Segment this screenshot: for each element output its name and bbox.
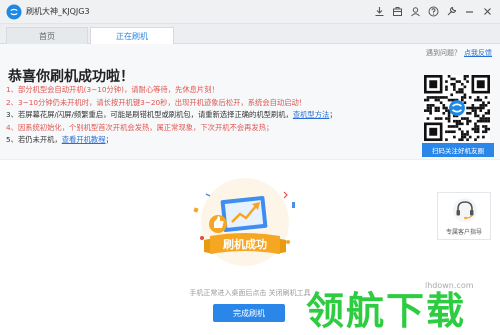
tab-flashing[interactable]: 正在刷机 (90, 27, 174, 45)
list-item: 5、若仍未开机，查看开机教程； (6, 134, 406, 147)
thumbs-up-icon (209, 215, 227, 233)
title-bar: 刷机大神_KJQJG3 (0, 0, 500, 24)
download-icon[interactable] (372, 4, 386, 18)
model-method-link[interactable]: 查机型方法 (293, 110, 329, 119)
close-icon[interactable] (480, 4, 494, 18)
list-item: 1、部分机型会自动开机(3~10分钟)，请耐心等待，先休息片刻！ (6, 84, 406, 97)
watermark-logo: 领航下载 (306, 289, 466, 332)
qr-code (424, 75, 490, 141)
tablet-icon (220, 195, 268, 233)
help-icon[interactable] (426, 4, 440, 18)
settings-icon[interactable] (444, 4, 458, 18)
support-label: 专属客户指导 (445, 229, 482, 236)
help-row: 遇到问题？ 点我反馈 (426, 48, 492, 58)
support-widget[interactable]: 专属客户指导 (437, 192, 491, 240)
follow-qr-button[interactable]: 扫码关注好机友圈 (422, 143, 494, 157)
finish-flash-button[interactable]: 完成刷机 (213, 304, 285, 322)
list-item: 4、因系统初始化，个别机型首次开机会发热，属正常现象，下次开机不会再发热； (6, 122, 406, 135)
step-text: 1、部分机型会自动开机(3~10分钟)，请耐心等待，先休息片刻！ (6, 85, 219, 94)
toolbox-icon[interactable] (390, 4, 404, 18)
success-illustration: 刷机成功 (193, 178, 295, 266)
list-item: 2、3~10分钟仍未开机时，请长按开机键3~20秒，出现开机迹象后松开，系统会自… (6, 97, 406, 110)
tab-bar: 首页 正在刷机 (0, 24, 500, 45)
success-heading: 恭喜你刷机成功啦！ (8, 69, 134, 85)
step-text: 5、若仍未开机， (6, 135, 62, 145)
user-icon[interactable] (408, 4, 422, 18)
step-suffix: ； (105, 135, 113, 145)
watermark-logo-text: 领航下载 (306, 289, 466, 332)
step-suffix: ； (329, 110, 337, 120)
minimize-icon[interactable] (462, 4, 476, 18)
step-text: 2、3~10分钟仍未开机时，请长按开机键3~20秒，出现开机迹象后松开，系统会自… (6, 97, 307, 107)
steps-list: 1、部分机型会自动开机(3~10分钟)，请耐心等待，先休息片刻！ 2、3~10分… (6, 84, 406, 147)
boot-tutorial-link[interactable]: 查看开机教程 (62, 135, 106, 144)
headset-icon (453, 198, 477, 222)
app-logo-icon (6, 4, 22, 20)
success-badge-text: 刷机成功 (223, 237, 267, 251)
help-prompt: 遇到问题？ (426, 49, 461, 57)
step-text: 3、若屏幕花屏/闪屏/频繁重启，可能是刷错机型或刷机包，请重新选择正确的机型刷机… (6, 110, 293, 120)
step-text: 4、因系统初始化，个别机型首次开机会发热，属正常现象，下次开机不会再发热； (6, 122, 274, 132)
window-title: 刷机大神_KJQJG3 (26, 7, 90, 16)
list-item: 3、若屏幕花屏/闪屏/频繁重启，可能是刷错机型或刷机包，请重新选择正确的机型刷机… (6, 109, 406, 122)
feedback-link[interactable]: 点我反馈 (464, 49, 492, 57)
tab-home[interactable]: 首页 (6, 27, 88, 44)
